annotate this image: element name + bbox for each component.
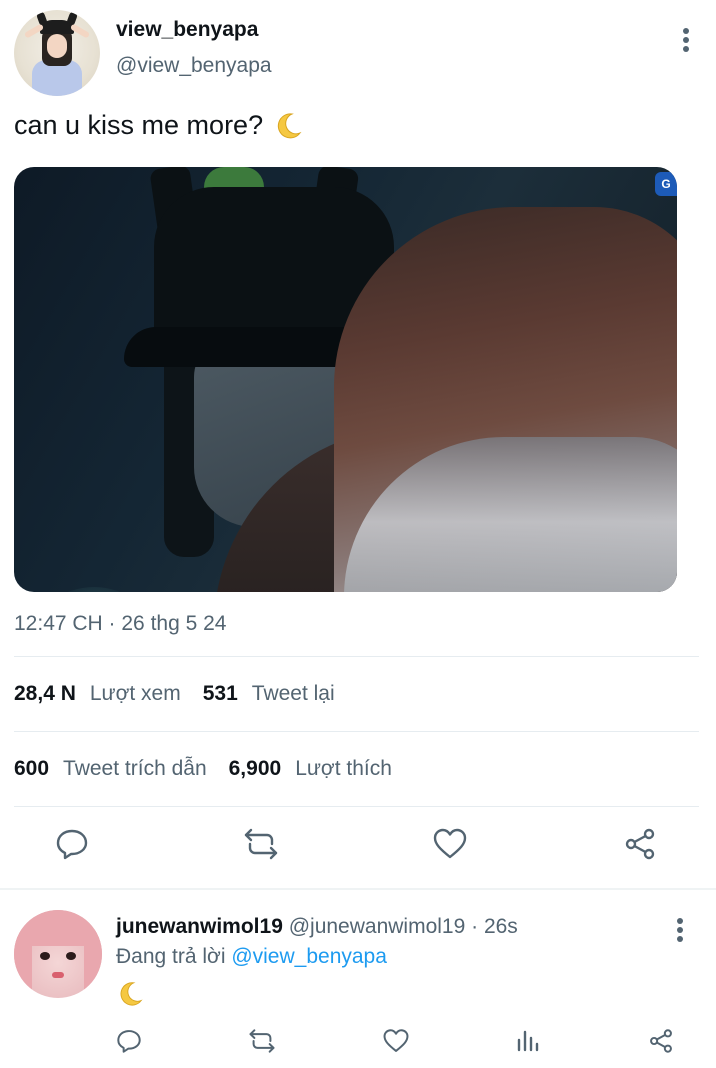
likes-stat[interactable]: 6,900 Lượt thích — [229, 757, 392, 781]
quotes-count: 600 — [14, 757, 50, 780]
divider — [14, 656, 699, 657]
media-source-badge: G — [655, 172, 677, 196]
retweets-label: Tweet lại — [251, 682, 335, 705]
quotes-stat[interactable]: 600 Tweet trích dẫn — [14, 757, 207, 781]
analytics-icon[interactable] — [513, 1026, 543, 1056]
views-count: 28,4 N — [14, 682, 76, 705]
reply-author-avatar[interactable] — [14, 910, 102, 998]
reply-display-name[interactable]: junewanwimol19 — [116, 915, 283, 938]
retweet-icon[interactable] — [247, 1026, 277, 1056]
retweets-count: 531 — [202, 682, 238, 705]
tweet-text-content: can u kiss me more? — [14, 110, 264, 140]
retweets-stat[interactable]: 531 Tweet lại — [203, 682, 335, 706]
tweet-header: view_benyapa @view_benyapa — [14, 10, 702, 96]
tweet-media-image[interactable]: G — [14, 167, 677, 592]
author-display-name[interactable]: view_benyapa — [116, 18, 258, 42]
tweet-action-bar — [0, 826, 716, 866]
like-icon[interactable] — [381, 1026, 411, 1056]
reply-handle-time[interactable]: @junewanwimol19 · 26s — [289, 915, 518, 938]
reply-header: junewanwimol19 @junewanwimol19 · 26s — [116, 915, 518, 939]
divider — [14, 806, 699, 807]
reply-icon[interactable] — [114, 1026, 144, 1056]
divider — [14, 731, 699, 732]
likes-label: Lượt thích — [295, 757, 392, 780]
views-stat: 28,4 N Lượt xem — [14, 682, 181, 706]
crescent-moon-icon — [277, 112, 302, 138]
replying-to-prefix: Đang trả lời — [116, 945, 226, 968]
share-icon[interactable] — [622, 826, 658, 862]
more-options-icon[interactable] — [680, 28, 692, 52]
stats-row-views-retweets: 28,4 N Lượt xem 531 Tweet lại — [14, 682, 335, 706]
replying-to-line: Đang trả lời @view_benyapa — [116, 945, 387, 969]
retweet-icon[interactable] — [243, 826, 279, 862]
stats-row-quotes-likes: 600 Tweet trích dẫn 6,900 Lượt thích — [14, 757, 392, 781]
reply-more-options-icon[interactable] — [674, 918, 686, 942]
author-avatar[interactable] — [14, 10, 100, 96]
author-handle[interactable]: @view_benyapa — [116, 54, 272, 78]
reply-action-bar — [0, 1026, 716, 1056]
like-icon[interactable] — [432, 826, 468, 862]
reply-tweet[interactable]: junewanwimol19 @junewanwimol19 · 26s Đan… — [0, 900, 716, 1068]
share-icon[interactable] — [646, 1026, 676, 1056]
tweet-timestamp[interactable]: 12:47 CH · 26 thg 5 24 — [14, 612, 226, 636]
replying-to-mention[interactable]: @view_benyapa — [231, 945, 387, 968]
tweet-text: can u kiss me more? — [14, 110, 303, 141]
crescent-moon-icon — [120, 982, 143, 1006]
views-label: Lượt xem — [89, 682, 181, 705]
section-divider — [0, 888, 716, 890]
quotes-label: Tweet trích dẫn — [63, 757, 207, 780]
likes-count: 6,900 — [228, 757, 282, 780]
reply-icon[interactable] — [54, 826, 90, 862]
